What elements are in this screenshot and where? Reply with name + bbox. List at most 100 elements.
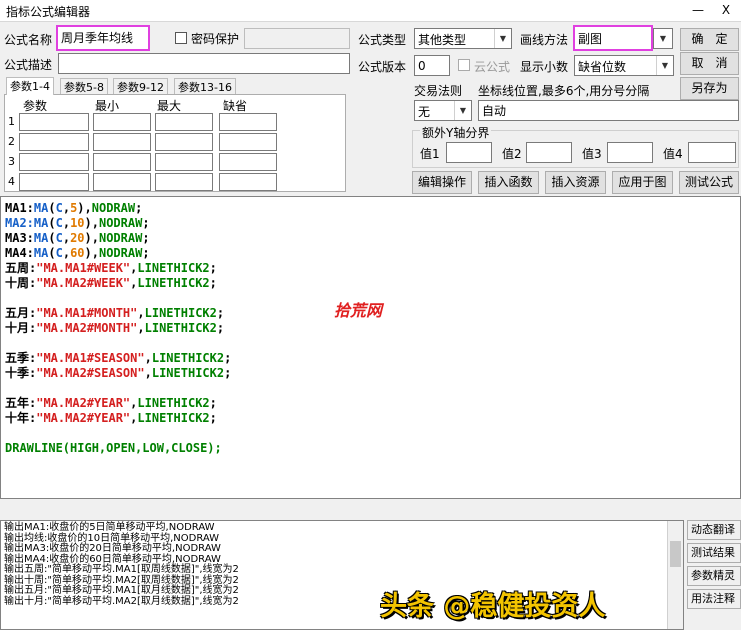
code-token: "MA.MA2#MONTH" xyxy=(36,321,138,335)
code-token: ; xyxy=(224,366,232,380)
output-line: 输出MA1:收盘价的5日简单移动平均,NODRAW xyxy=(4,522,215,533)
code-line: 五周:"MA.MA1#WEEK",LINETHICK2; xyxy=(5,261,217,276)
output-line: 输出十月:"简单移动平均.MA2[取月线数据]",线宽为2 xyxy=(4,595,239,607)
code-token: ), xyxy=(84,246,99,260)
close-button[interactable]: X xyxy=(712,0,740,20)
code-token: , xyxy=(137,306,145,320)
code-token: LINETHICK2 xyxy=(144,306,217,320)
y-value-2-input[interactable] xyxy=(526,142,572,163)
formula-desc-input[interactable] xyxy=(58,53,350,74)
param-name-input[interactable] xyxy=(19,113,89,131)
tab-params-1-4[interactable]: 参数1-4 xyxy=(6,77,54,95)
draw-method-select[interactable]: 副图 xyxy=(573,25,653,51)
param-name-input[interactable] xyxy=(19,133,89,151)
test-result-button[interactable]: 测试结果 xyxy=(687,543,741,563)
test-formula-button[interactable]: 测试公式 xyxy=(679,171,739,194)
code-token: DRAWLINE(HIGH,OPEN,LOW,CLOSE); xyxy=(5,441,222,455)
code-editor[interactable]: 拾荒网 MA1:MA(C,5),NODRAW; MA2:MA(C,10),NODR… xyxy=(0,196,741,499)
code-token: MA4: xyxy=(5,246,34,260)
param-max-input[interactable] xyxy=(155,133,213,151)
param-min-input[interactable] xyxy=(93,153,151,171)
param-default-input[interactable] xyxy=(219,113,277,131)
decimals-value: 缺省位数 xyxy=(578,60,627,74)
save-as-button[interactable]: 另存为 xyxy=(680,77,739,100)
edit-ops-button[interactable]: 编辑操作 xyxy=(412,171,472,194)
formula-name-input[interactable]: 周月季年均线 xyxy=(56,25,150,51)
output-line: 输出十周:"简单移动平均.MA2[取周线数据]",线宽为2 xyxy=(4,574,239,586)
code-line: 十季:"MA.MA2#SEASON",LINETHICK2; xyxy=(5,366,231,381)
y-value-1-input[interactable] xyxy=(446,142,492,163)
param-table: 参数 最小 最大 缺省 1 2 3 4 xyxy=(4,94,346,192)
param-row-number: 2 xyxy=(8,135,15,148)
code-token: , xyxy=(62,231,71,245)
formula-type-label: 公式类型 xyxy=(358,33,407,47)
insert-resource-button[interactable]: 插入资源 xyxy=(545,171,606,194)
param-min-input[interactable] xyxy=(93,113,151,131)
code-token: ( xyxy=(48,246,56,260)
apply-to-chart-button[interactable]: 应用于图 xyxy=(612,171,673,194)
insert-function-button[interactable]: 插入函数 xyxy=(478,171,539,194)
y-value-3-label: 值3 xyxy=(582,147,602,161)
code-token: MA xyxy=(33,216,49,230)
output-scrollbar[interactable] xyxy=(667,521,683,629)
y-value-4-input[interactable] xyxy=(688,142,736,163)
param-name-input[interactable] xyxy=(19,153,89,171)
y-value-3-input[interactable] xyxy=(607,142,653,163)
code-token: NODRAW xyxy=(98,231,143,245)
code-token: 10 xyxy=(70,216,85,230)
param-min-input[interactable] xyxy=(93,173,151,191)
code-token: MA xyxy=(33,231,49,245)
code-token: 十月: xyxy=(5,321,37,335)
coord-line-input[interactable]: 自动 xyxy=(478,100,739,121)
param-min-input[interactable] xyxy=(93,133,151,151)
draw-method-dropdown[interactable]: ▼ xyxy=(653,28,673,49)
code-token: 20 xyxy=(70,231,85,245)
window-title: 指标公式编辑器 xyxy=(6,5,91,19)
password-input[interactable] xyxy=(244,28,350,49)
code-token: "MA.MA2#YEAR" xyxy=(36,396,131,410)
usage-notes-button[interactable]: 用法注释 xyxy=(687,589,741,609)
output-scrollbar-thumb[interactable] xyxy=(670,541,681,567)
param-row-number: 4 xyxy=(8,175,15,188)
formula-version-input[interactable]: 0 xyxy=(414,55,450,76)
param-default-input[interactable] xyxy=(219,153,277,171)
param-wizard-button[interactable]: 参数精灵 xyxy=(687,566,741,586)
code-token: 五季: xyxy=(5,351,37,365)
code-token: LINETHICK2 xyxy=(151,351,225,365)
param-default-input[interactable] xyxy=(219,173,277,191)
code-token: 五年: xyxy=(5,396,37,410)
code-token: LINETHICK2 xyxy=(137,411,210,425)
code-token: MA xyxy=(33,246,49,260)
param-default-input[interactable] xyxy=(219,133,277,151)
param-max-input[interactable] xyxy=(155,113,213,131)
draw-method-label: 画线方法 xyxy=(520,33,569,47)
output-line: 输出五月:"简单移动平均.MA1[取月线数据]",线宽为2 xyxy=(4,585,239,596)
cloud-formula-label: 云公式 xyxy=(474,60,511,74)
minimize-button[interactable]: — xyxy=(686,0,710,20)
password-checkbox[interactable] xyxy=(175,32,187,44)
dynamic-translate-button[interactable]: 动态翻译 xyxy=(687,520,741,540)
code-token: "MA.MA2#WEEK" xyxy=(36,276,131,290)
param-max-input[interactable] xyxy=(155,173,213,191)
code-token: "MA.MA2#YEAR" xyxy=(36,411,131,425)
decimals-select[interactable]: 缺省位数 ▼ xyxy=(574,55,674,76)
cancel-button[interactable]: 取 消 xyxy=(680,52,739,75)
watermark-text: 拾荒网 xyxy=(334,301,383,320)
ok-button[interactable]: 确 定 xyxy=(680,28,739,51)
formula-type-value: 其他类型 xyxy=(418,33,467,47)
code-token: , xyxy=(144,351,152,365)
cloud-formula-checkbox[interactable] xyxy=(458,59,470,71)
trade-rule-select[interactable]: 无 ▼ xyxy=(414,100,472,121)
param-name-input[interactable] xyxy=(19,173,89,191)
code-token: ; xyxy=(142,246,150,260)
code-token: LINETHICK2 xyxy=(137,396,210,410)
code-token: MA1: xyxy=(5,201,34,215)
code-line: MA1:MA(C,5),NODRAW; xyxy=(5,201,142,216)
param-max-input[interactable] xyxy=(155,153,213,171)
code-line: 五月:"MA.MA1#MONTH",LINETHICK2; xyxy=(5,306,224,321)
code-token: MA3: xyxy=(5,231,34,245)
code-line: 五季:"MA.MA1#SEASON",LINETHICK2; xyxy=(5,351,231,366)
y-axis-group-label: 额外Y轴分界 xyxy=(420,124,492,141)
code-token: ; xyxy=(216,321,225,335)
formula-type-select[interactable]: 其他类型 ▼ xyxy=(414,28,512,49)
